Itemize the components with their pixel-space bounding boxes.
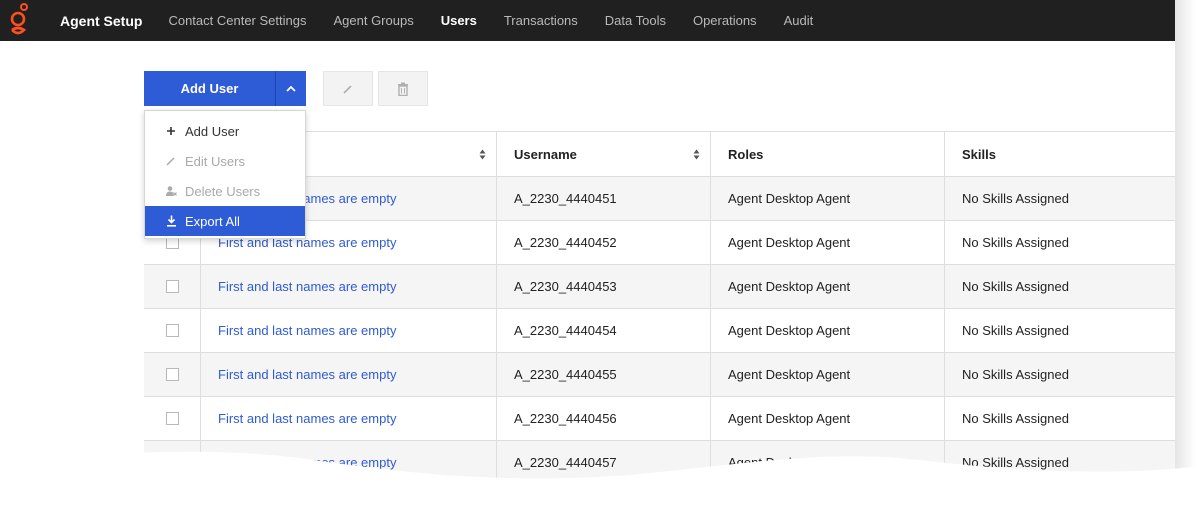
pencil-icon bbox=[165, 155, 177, 167]
nav-agent-groups[interactable]: Agent Groups bbox=[333, 13, 413, 28]
name-cell: First and last names are empty bbox=[201, 265, 497, 308]
header-skills-label: Skills bbox=[962, 146, 996, 162]
roles-cell: Agent Desktop Agent bbox=[711, 177, 945, 220]
sort-icon[interactable] bbox=[479, 149, 486, 160]
name-cell: First and last names are empty bbox=[201, 353, 497, 396]
add-user-button[interactable]: Add User bbox=[144, 71, 275, 106]
table-row[interactable]: First and last names are empty A_2230_44… bbox=[144, 309, 1175, 353]
username-cell: A_2230_4440452 bbox=[497, 221, 711, 264]
plus-icon bbox=[165, 125, 177, 137]
row-checkbox[interactable] bbox=[165, 324, 179, 337]
genesys-logo-icon[interactable] bbox=[0, 0, 38, 41]
app-title[interactable]: Agent Setup bbox=[60, 13, 142, 29]
edit-user-button[interactable] bbox=[323, 71, 373, 106]
menu-item-label: Export All bbox=[185, 213, 240, 229]
table-row[interactable]: First and last names are empty A_2230_44… bbox=[144, 353, 1175, 397]
top-nav-bar: Agent Setup Contact Center Settings Agen… bbox=[0, 0, 1175, 41]
skills-cell: No Skills Assigned bbox=[962, 191, 1069, 206]
header-roles: Roles bbox=[711, 132, 945, 176]
user-remove-icon bbox=[165, 185, 177, 197]
delete-user-button[interactable] bbox=[378, 71, 428, 106]
trash-icon bbox=[398, 82, 408, 96]
row-checkbox[interactable] bbox=[165, 368, 179, 381]
download-icon bbox=[165, 215, 177, 227]
menu-item-delete-users[interactable]: Delete Users bbox=[145, 176, 305, 206]
roles-cell: Agent Desktop Agent bbox=[711, 353, 945, 396]
skills-cell: No Skills Assigned bbox=[962, 367, 1069, 382]
add-user-dropdown-menu: Add User Edit Users Delete Users Export … bbox=[144, 110, 306, 239]
username-cell: A_2230_4440455 bbox=[497, 353, 711, 396]
nav-audit[interactable]: Audit bbox=[784, 13, 814, 28]
user-name-link[interactable]: First and last names are empty bbox=[218, 367, 396, 382]
row-checkbox[interactable] bbox=[165, 280, 179, 293]
chevron-up-icon bbox=[286, 85, 296, 92]
nav-transactions[interactable]: Transactions bbox=[504, 13, 578, 28]
sort-icon[interactable] bbox=[693, 149, 700, 160]
roles-cell: Agent Desktop Agent bbox=[711, 221, 945, 264]
username-cell: A_2230_4440453 bbox=[497, 265, 711, 308]
row-select-cell bbox=[144, 309, 201, 352]
menu-item-label: Add User bbox=[185, 123, 240, 139]
header-username[interactable]: Username bbox=[497, 132, 711, 176]
skills-cell: No Skills Assigned bbox=[962, 279, 1069, 294]
username-cell: A_2230_4440454 bbox=[497, 309, 711, 352]
skills-cell: No Skills Assigned bbox=[962, 323, 1069, 338]
pencil-icon bbox=[343, 84, 352, 94]
name-cell: First and last names are empty bbox=[201, 309, 497, 352]
menu-item-export-all[interactable]: Export All bbox=[145, 206, 305, 236]
roles-cell: Agent Desktop Agent bbox=[711, 265, 945, 308]
header-roles-label: Roles bbox=[728, 146, 764, 162]
user-name-link[interactable]: First and last names are empty bbox=[218, 411, 396, 426]
roles-cell: Agent Desktop Agent bbox=[711, 309, 945, 352]
header-username-label: Username bbox=[514, 146, 577, 162]
menu-item-add-user[interactable]: Add User bbox=[145, 116, 305, 146]
header-skills: Skills bbox=[945, 132, 1175, 176]
nav-contact-center-settings[interactable]: Contact Center Settings bbox=[168, 13, 306, 28]
row-select-cell bbox=[144, 265, 201, 308]
user-name-link[interactable]: First and last names are empty bbox=[218, 323, 396, 338]
nav-users[interactable]: Users bbox=[441, 13, 477, 28]
torn-edge-decoration bbox=[0, 451, 1200, 510]
row-select-cell bbox=[144, 353, 201, 396]
user-name-link[interactable]: First and last names are empty bbox=[218, 279, 396, 294]
menu-item-label: Edit Users bbox=[185, 153, 245, 169]
row-checkbox[interactable] bbox=[165, 412, 179, 425]
skills-cell: No Skills Assigned bbox=[962, 235, 1069, 250]
nav-data-tools[interactable]: Data Tools bbox=[605, 13, 666, 28]
menu-item-edit-users[interactable]: Edit Users bbox=[145, 146, 305, 176]
table-row[interactable]: First and last names are empty A_2230_44… bbox=[144, 265, 1175, 309]
add-user-menu-toggle[interactable] bbox=[275, 71, 306, 106]
nav-operations[interactable]: Operations bbox=[693, 13, 757, 28]
menu-item-label: Delete Users bbox=[185, 183, 261, 199]
username-cell: A_2230_4440451 bbox=[497, 177, 711, 220]
add-user-button-label: Add User bbox=[180, 81, 239, 96]
